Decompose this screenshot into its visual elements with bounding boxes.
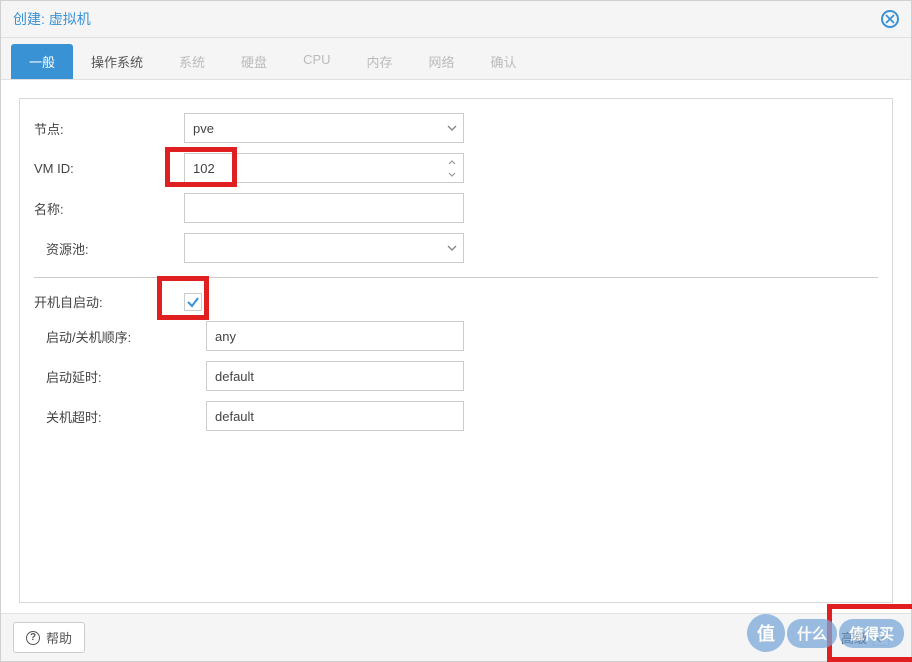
label-vmid: VM ID: [34,161,184,176]
chevron-down-icon[interactable] [441,114,463,142]
row-vmid: VM ID: [34,153,878,183]
label-name: 名称: [34,199,184,218]
order-input[interactable] [206,321,464,351]
row-order: 启动/关机顺序: [34,321,878,351]
general-panel: 节点: VM ID: 名称 [19,98,893,603]
label-up: 启动延时: [46,367,206,386]
row-up: 启动延时: [34,361,878,391]
onboot-checkbox[interactable] [184,293,202,311]
spinner-buttons[interactable] [441,154,463,182]
label-down: 关机超时: [46,407,206,426]
wizard-tabs: 一般 操作系统 系统 硬盘 CPU 内存 网络 确认 [1,38,911,80]
vmid-spinner[interactable] [184,153,464,183]
row-node: 节点: [34,113,878,143]
create-vm-dialog: 创建: 虚拟机 一般 操作系统 系统 硬盘 CPU 内存 网络 确认 节点: [0,0,912,662]
up-input[interactable] [206,361,464,391]
tab-confirm: 确认 [473,44,535,79]
tab-cpu: CPU [285,44,348,79]
name-input[interactable] [184,193,464,223]
row-down: 关机超时: [34,401,878,431]
label-node: 节点: [34,119,184,138]
tab-os[interactable]: 操作系统 [73,44,161,79]
help-button[interactable]: ? 帮助 [13,622,85,653]
node-combo[interactable] [184,113,464,143]
row-name: 名称: [34,193,878,223]
advanced-checkbox[interactable] [873,630,889,646]
tab-general[interactable]: 一般 [11,44,73,79]
tab-system: 系统 [161,44,223,79]
advanced-label: 高级 [841,628,867,647]
divider [34,277,878,278]
dialog-header: 创建: 虚拟机 [1,1,911,38]
label-order: 启动/关机顺序: [46,327,206,346]
down-input[interactable] [206,401,464,431]
pool-combo[interactable] [184,233,464,263]
chevron-down-icon[interactable] [441,234,463,262]
row-pool: 资源池: [34,233,878,263]
dialog-title: 创建: 虚拟机 [13,9,91,29]
help-icon: ? [26,631,40,645]
tab-memory: 内存 [349,44,411,79]
help-label: 帮助 [46,628,72,647]
dialog-footer: ? 帮助 高级 [1,613,911,661]
tab-disk: 硬盘 [223,44,285,79]
label-onboot: 开机自启动: [34,292,184,311]
advanced-toggle[interactable]: 高级 [831,622,899,653]
tab-network: 网络 [411,44,473,79]
label-pool: 资源池: [46,239,184,258]
form-body: 节点: VM ID: 名称 [1,80,911,613]
close-icon[interactable] [881,10,899,28]
row-onboot: 开机自启动: [34,292,878,311]
